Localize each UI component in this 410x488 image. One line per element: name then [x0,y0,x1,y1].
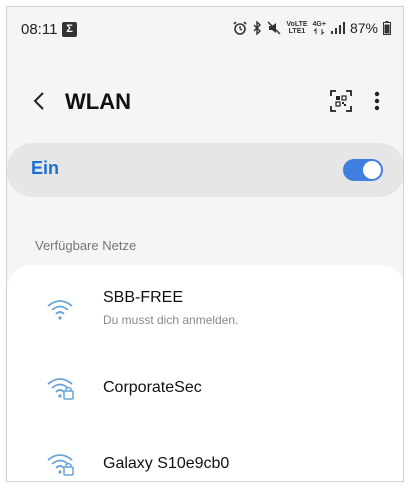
more-options-button[interactable] [367,87,387,115]
network-subtitle: Du musst dich anmelden. [103,313,239,327]
battery-percent: 87% [349,20,378,36]
qr-code-button[interactable] [329,89,353,113]
more-vertical-icon [374,91,380,111]
back-button[interactable] [29,87,51,115]
wlan-toggle[interactable] [343,159,383,181]
page-title: WLAN [65,89,131,114]
toggle-knob [363,161,381,179]
qr-code-icon [330,90,352,112]
mute-icon [267,21,281,35]
volte-bottom-label: LTE1 [288,28,306,35]
wlan-master-switch-row[interactable]: Ein [7,143,403,197]
status-icons: VoLTE LTE1 4G+ 87% [233,20,391,36]
wifi-icon [47,300,73,320]
wifi-lock-icon [47,378,74,400]
bluetooth-icon [253,21,262,35]
network-type-indicator: 4G+ [313,21,326,35]
wlan-switch-label: Ein [31,158,60,178]
alarm-icon [233,21,247,35]
status-time: 08:11 [21,21,58,38]
notification-icon: Σ [62,22,77,37]
network-item-sbb-free[interactable]: SBB-FREE Du musst dich anmelden. [7,283,403,347]
volte-indicator: VoLTE LTE1 [286,21,307,35]
available-networks-header: Verfügbare Netze [35,238,137,253]
network-name: CorporateSec [103,379,202,396]
network-item-galaxy-s10e9cb0[interactable]: Galaxy S10e9cb0 [7,441,403,481]
wifi-lock-icon [47,454,74,476]
chevron-left-icon [33,92,44,110]
network-type-label: 4G+ [312,21,326,28]
signal-icon [330,22,345,34]
network-name: Galaxy S10e9cb0 [103,455,230,472]
volte-top-label: VoLTE [286,21,308,28]
network-list: SBB-FREE Du musst dich anmelden. Corpora… [7,265,403,481]
status-bar: 08:11 Σ VoLTE LTE1 4G+ 87% [7,7,403,53]
phone-screen: 08:11 Σ VoLTE LTE1 4G+ 87% WLAN Ein Verf… [6,6,404,482]
battery-icon [383,21,391,35]
data-arrows-icon [313,28,324,35]
network-item-corporatesec[interactable]: CorporateSec [7,365,403,419]
network-name: SBB-FREE [103,289,184,306]
app-bar: WLAN [7,77,403,123]
